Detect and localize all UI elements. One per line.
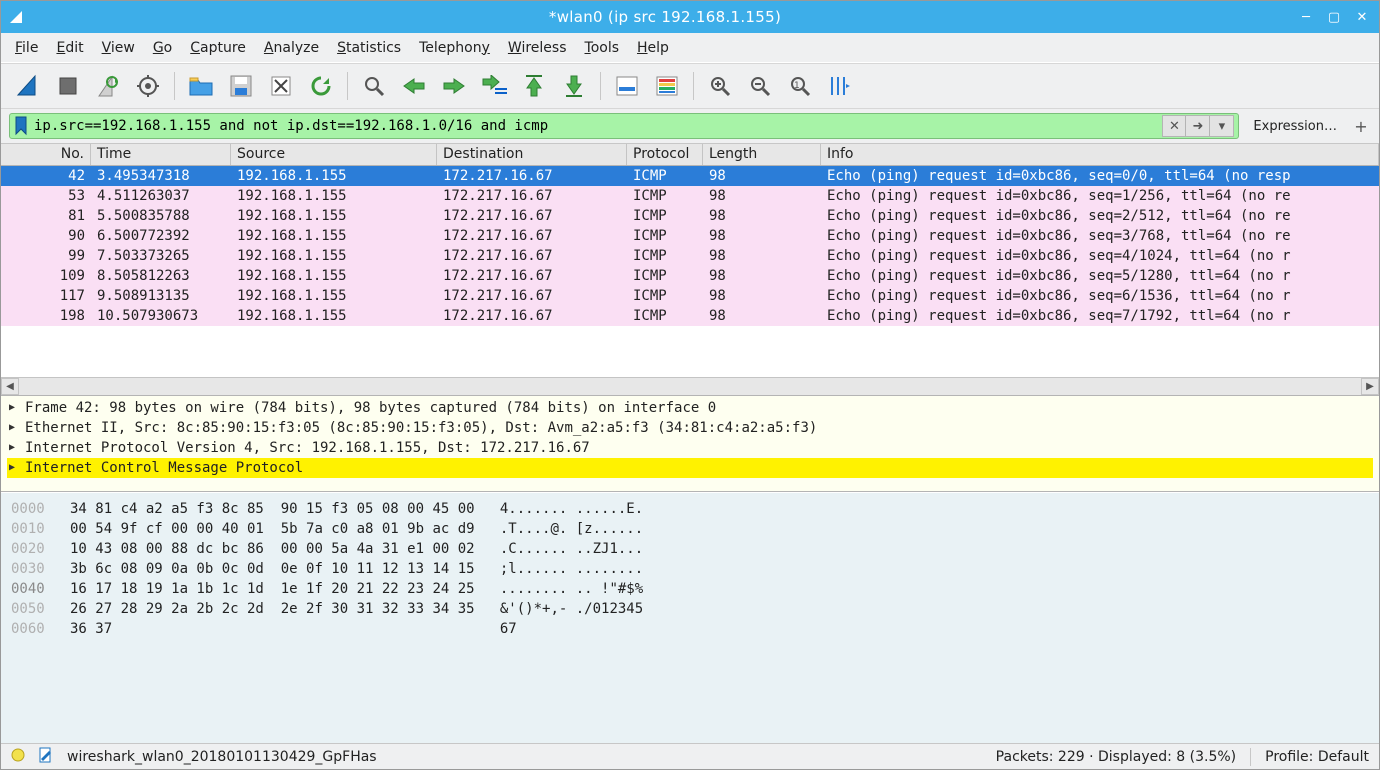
- menubar: File Edit View Go Capture Analyze Statis…: [1, 33, 1379, 63]
- bookmark-icon[interactable]: [14, 116, 28, 136]
- filter-clear-button[interactable]: ✕: [1162, 115, 1186, 137]
- expert-info-icon[interactable]: [11, 748, 25, 766]
- zoom-in-icon[interactable]: [703, 69, 737, 103]
- detail-node[interactable]: ▶Frame 42: 98 bytes on wire (784 bits), …: [7, 398, 1373, 418]
- toolbar: 1: [1, 63, 1379, 109]
- scroll-left-icon[interactable]: ◀: [1, 378, 19, 395]
- col-header-no[interactable]: No.: [1, 144, 91, 165]
- window-title: *wlan0 (ip src 192.168.1.155): [31, 8, 1299, 26]
- filter-apply-button[interactable]: ➜: [1186, 115, 1210, 137]
- go-forward-icon[interactable]: [437, 69, 471, 103]
- expand-caret-icon[interactable]: ▶: [9, 398, 19, 418]
- col-header-proto[interactable]: Protocol: [627, 144, 703, 165]
- menu-analyze[interactable]: Analyze: [264, 40, 319, 56]
- toolbar-separator: [174, 72, 175, 100]
- go-back-icon[interactable]: [397, 69, 431, 103]
- packet-row[interactable]: 1098.505812263192.168.1.155172.217.16.67…: [1, 266, 1379, 286]
- packet-list: No. Time Source Destination Protocol Len…: [1, 144, 1379, 396]
- expand-caret-icon[interactable]: ▶: [9, 458, 19, 478]
- col-header-length[interactable]: Length: [703, 144, 821, 165]
- titlebar: *wlan0 (ip src 192.168.1.155) ─ ▢ ✕: [1, 1, 1379, 33]
- packet-details[interactable]: ▶Frame 42: 98 bytes on wire (784 bits), …: [1, 396, 1379, 492]
- hex-line[interactable]: 0030 3b 6c 08 09 0a 0b 0c 0d 0e 0f 10 11…: [11, 559, 1369, 579]
- packet-row[interactable]: 1179.508913135192.168.1.155172.217.16.67…: [1, 286, 1379, 306]
- resize-columns-icon[interactable]: [823, 69, 857, 103]
- menu-help[interactable]: Help: [637, 40, 669, 56]
- menu-capture[interactable]: Capture: [190, 40, 246, 56]
- colorize-icon[interactable]: [650, 69, 684, 103]
- display-filter-input[interactable]: [32, 117, 1162, 135]
- hex-line[interactable]: 0010 00 54 9f cf 00 00 40 01 5b 7a c0 a8…: [11, 519, 1369, 539]
- toolbar-separator: [693, 72, 694, 100]
- col-header-source[interactable]: Source: [231, 144, 437, 165]
- detail-node[interactable]: ▶Internet Protocol Version 4, Src: 192.1…: [7, 438, 1373, 458]
- open-file-icon[interactable]: [184, 69, 218, 103]
- menu-view[interactable]: View: [102, 40, 135, 56]
- filter-history-button[interactable]: ▾: [1210, 115, 1234, 137]
- find-packet-icon[interactable]: [357, 69, 391, 103]
- svg-text:1: 1: [794, 81, 800, 91]
- expand-caret-icon[interactable]: ▶: [9, 438, 19, 458]
- col-header-time[interactable]: Time: [91, 144, 231, 165]
- hex-line[interactable]: 0000 34 81 c4 a2 a5 f3 8c 85 90 15 f3 05…: [11, 499, 1369, 519]
- toolbar-separator: [347, 72, 348, 100]
- hex-line[interactable]: 0050 26 27 28 29 2a 2b 2c 2d 2e 2f 30 31…: [11, 599, 1369, 619]
- menu-wireless[interactable]: Wireless: [508, 40, 567, 56]
- packet-row[interactable]: 906.500772392192.168.1.155172.217.16.67I…: [1, 226, 1379, 246]
- col-header-info[interactable]: Info: [821, 144, 1379, 165]
- hex-line[interactable]: 0060 36 37 67: [11, 619, 1369, 639]
- go-last-icon[interactable]: [557, 69, 591, 103]
- status-profile[interactable]: Profile: Default: [1265, 749, 1369, 765]
- packet-row[interactable]: 997.503373265192.168.1.155172.217.16.67I…: [1, 246, 1379, 266]
- capture-options-icon[interactable]: [131, 69, 165, 103]
- col-header-dest[interactable]: Destination: [437, 144, 627, 165]
- scroll-track[interactable]: [19, 378, 1361, 395]
- go-to-packet-icon[interactable]: [477, 69, 511, 103]
- menu-telephony[interactable]: Telephony: [419, 40, 490, 56]
- menu-go[interactable]: Go: [153, 40, 172, 56]
- menu-edit[interactable]: Edit: [56, 40, 83, 56]
- close-file-icon[interactable]: [264, 69, 298, 103]
- shark-fin-icon[interactable]: [11, 69, 45, 103]
- h-scrollbar[interactable]: ◀ ▶: [1, 377, 1379, 395]
- packet-rows[interactable]: 423.495347318192.168.1.155172.217.16.67I…: [1, 166, 1379, 377]
- edit-capture-comment-icon[interactable]: [39, 747, 53, 767]
- zoom-reset-icon[interactable]: 1: [783, 69, 817, 103]
- packet-row[interactable]: 423.495347318192.168.1.155172.217.16.67I…: [1, 166, 1379, 186]
- status-file: wireshark_wlan0_20180101130429_GpFHas: [67, 749, 377, 765]
- auto-scroll-icon[interactable]: [610, 69, 644, 103]
- packet-row[interactable]: 19810.507930673192.168.1.155172.217.16.6…: [1, 306, 1379, 326]
- stop-capture-icon[interactable]: [51, 69, 85, 103]
- zoom-out-icon[interactable]: [743, 69, 777, 103]
- go-first-icon[interactable]: [517, 69, 551, 103]
- expression-button[interactable]: Expression…: [1245, 116, 1345, 137]
- packet-row[interactable]: 534.511263037192.168.1.155172.217.16.67I…: [1, 186, 1379, 206]
- packet-row[interactable]: 815.500835788192.168.1.155172.217.16.67I…: [1, 206, 1379, 226]
- toolbar-separator: [600, 72, 601, 100]
- detail-node[interactable]: ▶Ethernet II, Src: 8c:85:90:15:f3:05 (8c…: [7, 418, 1373, 438]
- status-bar: wireshark_wlan0_20180101130429_GpFHas Pa…: [1, 743, 1379, 769]
- detail-node[interactable]: ▶Internet Control Message Protocol: [7, 458, 1373, 478]
- minimize-button[interactable]: ─: [1299, 10, 1313, 24]
- packet-bytes[interactable]: 0000 34 81 c4 a2 a5 f3 8c 85 90 15 f3 05…: [1, 492, 1379, 743]
- status-packets: Packets: 229 · Displayed: 8 (3.5%): [996, 749, 1236, 765]
- maximize-button[interactable]: ▢: [1327, 10, 1341, 24]
- filter-bar: ✕ ➜ ▾ Expression… +: [1, 109, 1379, 144]
- display-filter-field[interactable]: ✕ ➜ ▾: [9, 113, 1239, 139]
- expand-caret-icon[interactable]: ▶: [9, 418, 19, 438]
- app-icon: [7, 8, 25, 26]
- hex-line[interactable]: 0040 16 17 18 19 1a 1b 1c 1d 1e 1f 20 21…: [11, 579, 1369, 599]
- menu-file[interactable]: File: [15, 40, 38, 56]
- reload-file-icon[interactable]: [304, 69, 338, 103]
- hex-line[interactable]: 0020 10 43 08 00 88 dc bc 86 00 00 5a 4a…: [11, 539, 1369, 559]
- packet-list-header[interactable]: No. Time Source Destination Protocol Len…: [1, 144, 1379, 166]
- save-file-icon[interactable]: [224, 69, 258, 103]
- close-button[interactable]: ✕: [1355, 10, 1369, 24]
- menu-statistics[interactable]: Statistics: [337, 40, 401, 56]
- add-filter-button[interactable]: +: [1351, 117, 1371, 136]
- menu-tools[interactable]: Tools: [585, 40, 620, 56]
- scroll-right-icon[interactable]: ▶: [1361, 378, 1379, 395]
- restart-capture-icon[interactable]: [91, 69, 125, 103]
